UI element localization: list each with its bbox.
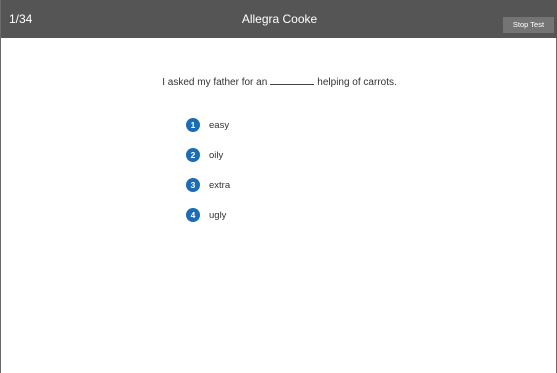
option-label: easy — [209, 119, 230, 131]
option-number-badge: 2 — [186, 148, 200, 162]
question-text-after: helping of carrots. — [317, 77, 397, 88]
question-text: I asked my father for an helping of carro… — [1, 72, 557, 93]
option-number-badge: 3 — [186, 178, 200, 192]
option-1[interactable]: 1 easy — [186, 117, 229, 133]
top-bar: 1/34 Allegra Cooke Stop Test — [1, 0, 557, 38]
test-window: 1/34 Allegra Cooke Stop Test I asked my … — [0, 0, 557, 373]
option-2[interactable]: 2 oily — [186, 147, 223, 163]
question-text-before: I asked my father for an — [162, 77, 268, 88]
candidate-name: Allegra Cooke — [241, 12, 318, 26]
option-label: extra — [209, 179, 231, 191]
option-number-badge: 1 — [186, 118, 200, 132]
answer-blank — [270, 72, 315, 85]
option-label: oily — [209, 149, 224, 161]
option-number-badge: 4 — [186, 208, 200, 222]
option-label: ugly — [209, 209, 227, 221]
option-4[interactable]: 4 ugly — [186, 207, 226, 223]
stop-test-button[interactable]: Stop Test — [503, 17, 554, 33]
option-3[interactable]: 3 extra — [186, 177, 230, 193]
